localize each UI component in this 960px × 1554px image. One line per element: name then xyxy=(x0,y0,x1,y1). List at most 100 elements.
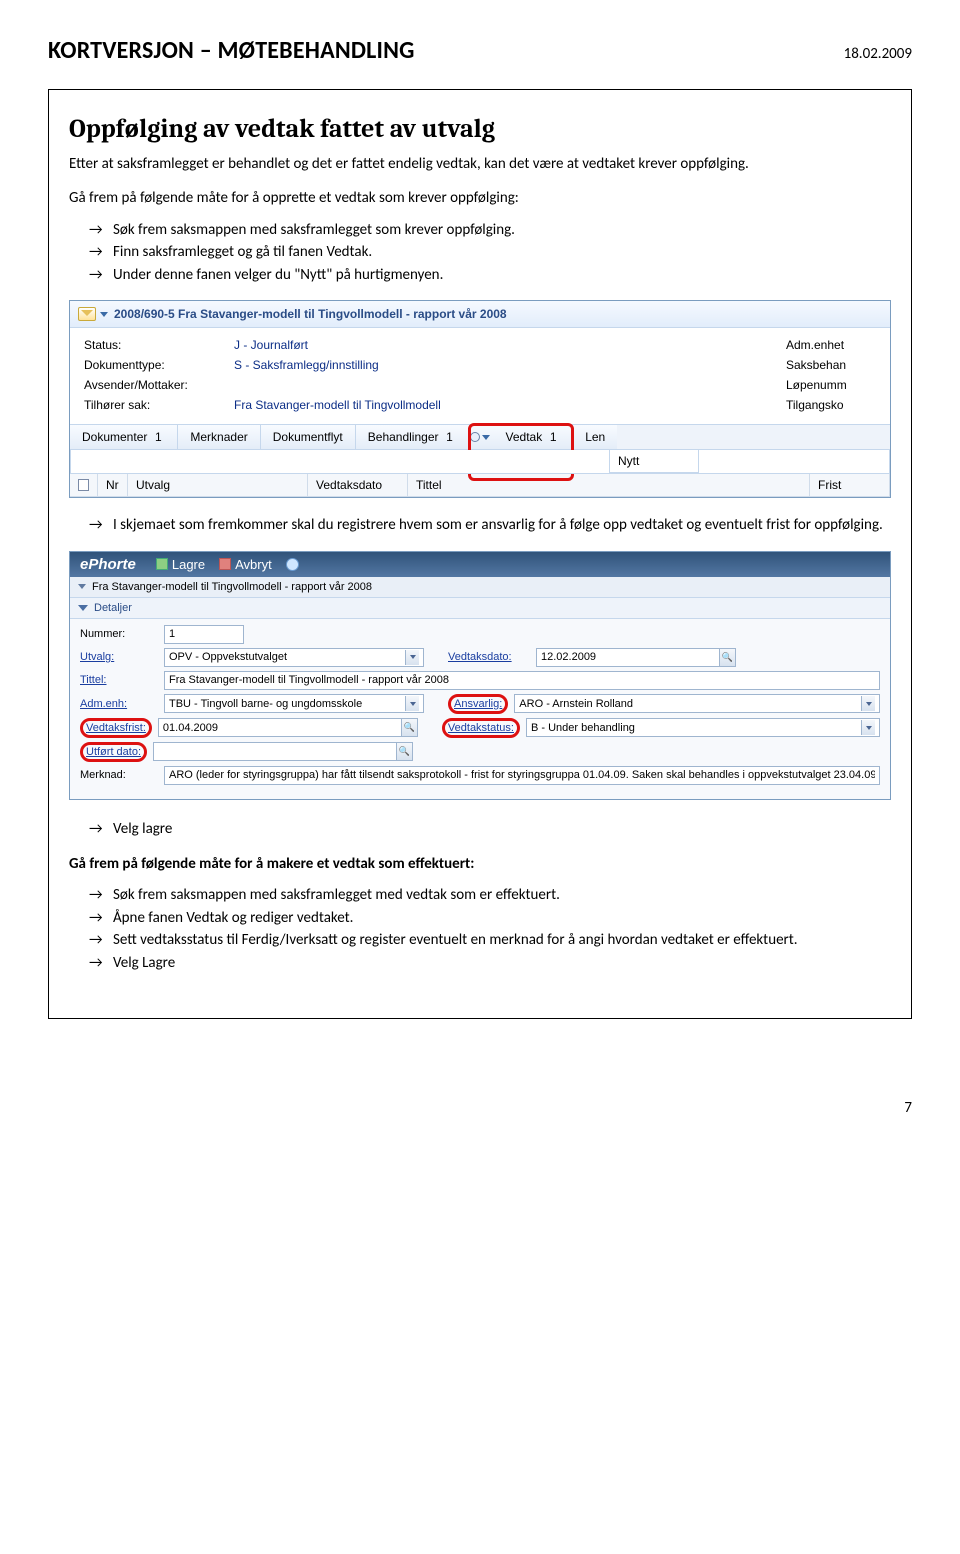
save-button[interactable]: Lagre xyxy=(156,557,205,572)
tab-count: 1 xyxy=(546,430,560,444)
col-checkbox[interactable] xyxy=(70,474,98,496)
highlight-utfort: Utført dato: xyxy=(80,742,147,762)
page-number: 7 xyxy=(48,1099,912,1117)
search-icon[interactable] xyxy=(397,742,413,761)
pin-icon[interactable] xyxy=(470,432,480,442)
label-vedtakstatus: Vedtakstatus: xyxy=(448,722,514,734)
lead-2: Gå frem på følgende måte for å makere et… xyxy=(69,854,891,874)
tab-label: Vedtak xyxy=(506,430,543,444)
label-vedtaksfrist: Vedtaksfrist: xyxy=(86,722,146,734)
checkbox-icon[interactable] xyxy=(78,479,89,491)
date-vedtaksfrist[interactable] xyxy=(158,718,418,737)
dropdown-ansvarlig[interactable] xyxy=(514,694,880,713)
label-avsender: Avsender/Mottaker: xyxy=(84,378,224,392)
vedtak-grid-header: Nr Utvalg Vedtaksdato Tittel Frist xyxy=(70,474,890,497)
bullet: Under denne fanen velger du "Nytt" på hu… xyxy=(89,264,891,287)
tab-vedtak-group[interactable]: Vedtak 1 xyxy=(470,425,574,449)
date-input[interactable] xyxy=(536,648,720,667)
mail-icon xyxy=(78,307,96,321)
search-icon[interactable] xyxy=(402,718,418,737)
chevron-down-icon[interactable] xyxy=(405,650,419,665)
chevron-down-icon[interactable] xyxy=(405,696,419,711)
tab-len[interactable]: Len xyxy=(573,425,617,449)
tab-label: Dokumenter xyxy=(82,430,147,444)
chevron-down-icon xyxy=(78,605,88,611)
ephorte-subtitle-bar: Fra Stavanger-modell til Tingvollmodell … xyxy=(70,577,890,598)
save-label: Lagre xyxy=(172,557,205,572)
label-tilhorer: Tilhører sak: xyxy=(84,398,224,412)
detaljer-header[interactable]: Detaljer xyxy=(70,598,890,619)
chevron-down-icon[interactable] xyxy=(482,435,490,440)
dropdown-admenh[interactable] xyxy=(164,694,424,713)
label-vedtaksdato: Vedtaksdato: xyxy=(448,651,530,663)
value-doktype: S - Saksframlegg/innstilling xyxy=(234,358,776,372)
save-icon xyxy=(156,558,168,570)
input-merknad[interactable] xyxy=(164,766,880,785)
bullet: Åpne fanen Vedtak og rediger vedtaket. xyxy=(89,907,891,930)
ephorte-form: Nummer: Utvalg: Vedtaksdato: Tittel: xyxy=(70,619,890,799)
dropdown-value[interactable] xyxy=(519,696,861,711)
cancel-button[interactable]: Avbryt xyxy=(219,557,272,572)
dropdown-vedtakstatus[interactable] xyxy=(526,718,880,737)
help-icon[interactable] xyxy=(286,558,299,571)
highlight-vedtakstatus: Vedtakstatus: xyxy=(442,718,520,738)
bullet: Sett vedtaksstatus til Ferdig/Iverksatt … xyxy=(89,929,891,952)
tab-merknader[interactable]: Merknader xyxy=(178,425,260,449)
doc-title: KORTVERSJON – MØTEBEHANDLING xyxy=(48,36,415,65)
tab-dokumenter[interactable]: Dokumenter 1 xyxy=(70,425,178,449)
content-frame: Oppfølging av vedtak fattet av utvalg Et… xyxy=(48,89,912,1019)
ephorte-logo: ePhorte xyxy=(80,556,136,573)
dropdown-value[interactable] xyxy=(169,696,405,711)
tab-label: Dokumentflyt xyxy=(273,430,343,444)
bullet: Søk frem saksmappen med saksframlegget m… xyxy=(89,884,891,907)
chevron-down-icon[interactable] xyxy=(861,696,875,711)
bullet: Velg Lagre xyxy=(89,952,891,975)
label-tittel: Tittel: xyxy=(80,674,158,686)
tab-count: 1 xyxy=(443,430,457,444)
screenshot-ephorte-form: ePhorte Lagre Avbryt Fra Stavanger-model… xyxy=(69,551,891,800)
chevron-down-icon[interactable] xyxy=(100,312,108,317)
label-utvalg: Utvalg: xyxy=(80,651,158,663)
dropdown-value[interactable] xyxy=(169,650,405,665)
tab-dokumentflyt[interactable]: Dokumentflyt xyxy=(261,425,356,449)
search-icon[interactable] xyxy=(720,648,736,667)
highlight-vedtaksfrist: Vedtaksfrist: xyxy=(80,718,152,738)
chevron-down-icon[interactable] xyxy=(861,720,875,735)
bullet: Finn saksframlegget og gå til fanen Vedt… xyxy=(89,241,891,264)
case-fields: Status: J - Journalført Adm.enhet Dokume… xyxy=(70,328,890,424)
tab-label: Merknader xyxy=(190,430,247,444)
date-input[interactable] xyxy=(158,718,402,737)
nytt-menu-row: Nytt xyxy=(70,450,890,474)
bullet: I skjemaet som fremkommer skal du regist… xyxy=(89,514,891,537)
input-tittel[interactable] xyxy=(164,671,880,690)
cancel-icon xyxy=(219,558,231,570)
section-heading: Oppfølging av vedtak fattet av utvalg xyxy=(69,114,891,144)
label-ansvarlig: Ansvarlig: xyxy=(454,698,502,710)
tab-label: Len xyxy=(585,430,605,444)
col-tittel: Tittel xyxy=(408,474,810,496)
date-vedtaksdato[interactable] xyxy=(536,648,736,667)
dropdown-value[interactable] xyxy=(531,720,861,735)
label-admenhet: Adm.enhet xyxy=(786,338,876,352)
label-merknad: Merknad: xyxy=(80,769,158,781)
date-input[interactable] xyxy=(153,742,397,761)
value-status: J - Journalført xyxy=(234,338,776,352)
lead-1: Gå frem på følgende måte for å opprette … xyxy=(69,188,891,208)
bullet-save: Velg lagre xyxy=(89,818,891,841)
label-status: Status: xyxy=(84,338,224,352)
label-doktype: Dokumenttype: xyxy=(84,358,224,372)
tab-behandlinger[interactable]: Behandlinger 1 xyxy=(356,425,470,449)
tab-count: 1 xyxy=(151,430,165,444)
input-nummer[interactable] xyxy=(164,625,244,644)
case-tabs: Dokumenter 1 Merknader Dokumentflyt Beha… xyxy=(70,424,890,450)
chevron-down-icon[interactable] xyxy=(78,584,86,589)
bullet-mid: I skjemaet som fremkommer skal du regist… xyxy=(89,514,891,537)
bullet: Søk frem saksmappen med saksframlegget s… xyxy=(89,219,891,242)
detaljer-label: Detaljer xyxy=(94,602,132,614)
label-tilgang: Tilgangsko xyxy=(786,398,876,412)
label-utfort: Utført dato: xyxy=(86,746,141,758)
bullet-list-1: Søk frem saksmappen med saksframlegget s… xyxy=(89,219,891,287)
dropdown-utvalg[interactable] xyxy=(164,648,424,667)
date-utfort[interactable] xyxy=(153,742,413,761)
menu-item-nytt[interactable]: Nytt xyxy=(609,450,699,473)
